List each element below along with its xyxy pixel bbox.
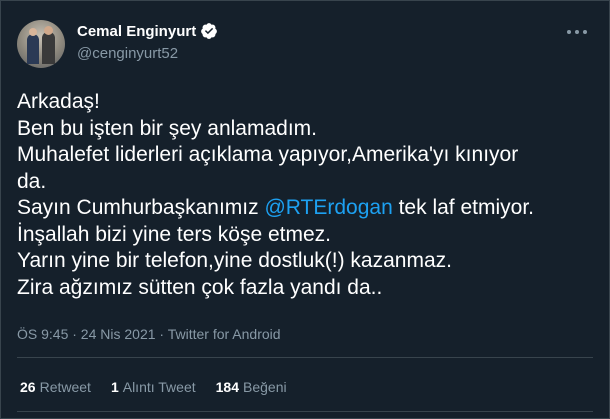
retweets-stat[interactable]: 26 Retweet (20, 379, 91, 395)
avatar-head-left (29, 28, 37, 36)
tweet-stats: 26 Retweet 1 Alıntı Tweet 184 Beğeni (20, 379, 307, 395)
avatar-head-right (44, 26, 53, 35)
more-options-icon[interactable] (565, 25, 589, 39)
tweet-text: Arkadaş! Ben bu işten bir şey anlamadım.… (17, 89, 593, 301)
avatar-figure-left (27, 34, 39, 64)
quotes-stat[interactable]: 1 Alıntı Tweet (111, 379, 196, 395)
tweet-line: Sayın Cumhurbaşkanımız @RTErdogan tek la… (17, 195, 593, 222)
likes-stat[interactable]: 184 Beğeni (216, 379, 287, 395)
divider-top (17, 357, 593, 358)
user-handle[interactable]: @cenginyurt52 (77, 45, 178, 62)
retweets-count: 26 (20, 379, 36, 395)
tweet-line-pre: Sayın Cumhurbaşkanımız (17, 196, 265, 219)
tweet-line-post: tek laf etmiyor. (392, 196, 534, 219)
user-name-row[interactable]: Cemal Enginyurt (77, 22, 218, 40)
mention-link[interactable]: @RTErdogan (264, 196, 392, 219)
display-name[interactable]: Cemal Enginyurt (77, 23, 196, 40)
retweets-label: Retweet (39, 379, 91, 395)
tweet-line: Yarın yine bir telefon,yine dostluk(!) k… (17, 249, 452, 272)
quotes-label: Alıntı Tweet (122, 379, 196, 395)
avatar-figure-right (42, 32, 55, 64)
divider-bottom (17, 411, 593, 412)
likes-label: Beğeni (243, 379, 287, 395)
quotes-count: 1 (110, 379, 119, 395)
tweet-card: Cemal Enginyurt @cenginyurt52 Arkadaş! B… (0, 0, 610, 419)
tweet-line: da. (17, 169, 47, 193)
likes-count: 184 (215, 379, 239, 395)
avatar[interactable] (17, 20, 65, 68)
tweet-line: Arkadaş! (17, 90, 100, 113)
tweet-line: Zira ağzımız sütten çok fazla yandı da.. (17, 275, 383, 299)
tweet-line: İnşallah bizi yine ters köşe etmez. (17, 222, 331, 246)
tweet-line: Ben bu işten bir şey anlamadım. (17, 116, 317, 140)
verified-badge-icon (201, 23, 218, 39)
tweet-timestamp[interactable]: ÖS 9:45 · 24 Nis 2021 · Twitter for Andr… (17, 326, 281, 342)
tweet-line: Muhalefet liderleri açıklama yapıyor,Ame… (17, 143, 519, 166)
